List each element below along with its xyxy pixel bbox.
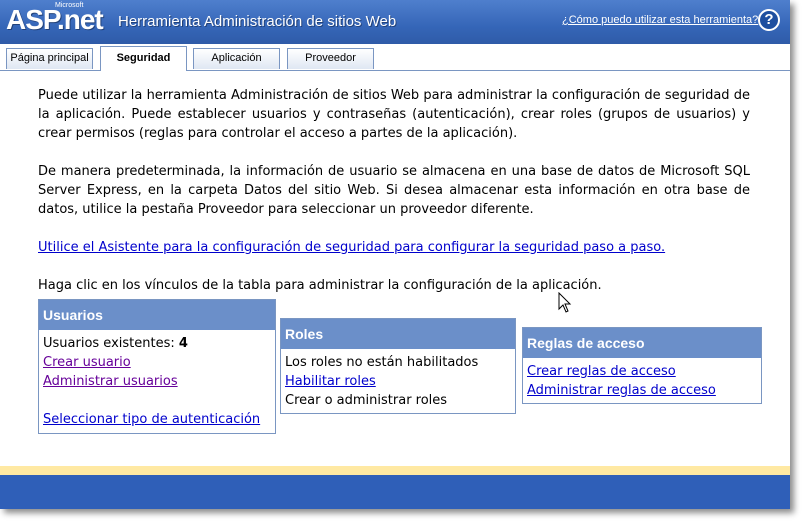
tab-application[interactable]: Aplicación (193, 48, 280, 69)
logo-superscript: Microsoft (55, 2, 84, 9)
tab-security[interactable]: Seguridad (100, 46, 187, 71)
header-bar: ASP.net Microsoft Herramienta Administra… (0, 0, 790, 44)
roles-panel-title: Roles (281, 319, 515, 349)
table-hint: Haga clic en los vínculos de la tabla pa… (38, 278, 602, 293)
users-panel-title: Usuarios (39, 300, 275, 330)
create-access-rules-link[interactable]: Crear reglas de acceso (527, 362, 757, 381)
tab-provider[interactable]: Proveedor (287, 48, 374, 69)
roles-panel: Roles Los roles no están habilitados Hab… (280, 318, 516, 414)
app-window: ASP.net Microsoft Herramienta Administra… (0, 0, 790, 509)
help-link[interactable]: ¿Cómo puedo utilizar esta herramienta? (562, 14, 758, 26)
access-rules-panel: Reglas de acceso Crear reglas de acceso … (522, 327, 762, 404)
help-icon[interactable]: ? (758, 9, 780, 31)
enable-roles-link[interactable]: Habilitar roles (285, 372, 511, 391)
existing-users-count: 4 (178, 336, 188, 351)
security-wizard-link[interactable]: Utilice el Asistente para la configuraci… (38, 238, 665, 257)
storage-paragraph: De manera predeterminada, la información… (38, 164, 750, 217)
manage-access-rules-link[interactable]: Administrar reglas de acceso (527, 381, 757, 400)
app-title: Herramienta Administración de sitios Web (118, 13, 397, 30)
select-auth-type-link[interactable]: Seleccionar tipo de autenticación (43, 410, 271, 429)
existing-users-label: Usuarios existentes: (43, 336, 175, 351)
footer-stripe (0, 466, 790, 475)
create-user-link[interactable]: Crear usuario (43, 353, 271, 372)
existing-users: Usuarios existentes: 4 (43, 334, 271, 353)
tab-bar: Página principal Seguridad Aplicación Pr… (0, 44, 790, 71)
intro-paragraph: Puede utilizar la herramienta Administra… (38, 88, 750, 141)
users-panel: Usuarios Usuarios existentes: 4 Crear us… (38, 299, 276, 434)
footer-bar (0, 475, 790, 509)
manage-users-link[interactable]: Administrar usuarios (43, 372, 271, 391)
manage-roles-text: Crear o administrar roles (285, 393, 448, 408)
roles-status: Los roles no están habilitados (285, 355, 479, 370)
tab-home[interactable]: Página principal (6, 48, 93, 69)
footer (0, 466, 790, 509)
access-rules-panel-title: Reglas de acceso (523, 328, 761, 358)
